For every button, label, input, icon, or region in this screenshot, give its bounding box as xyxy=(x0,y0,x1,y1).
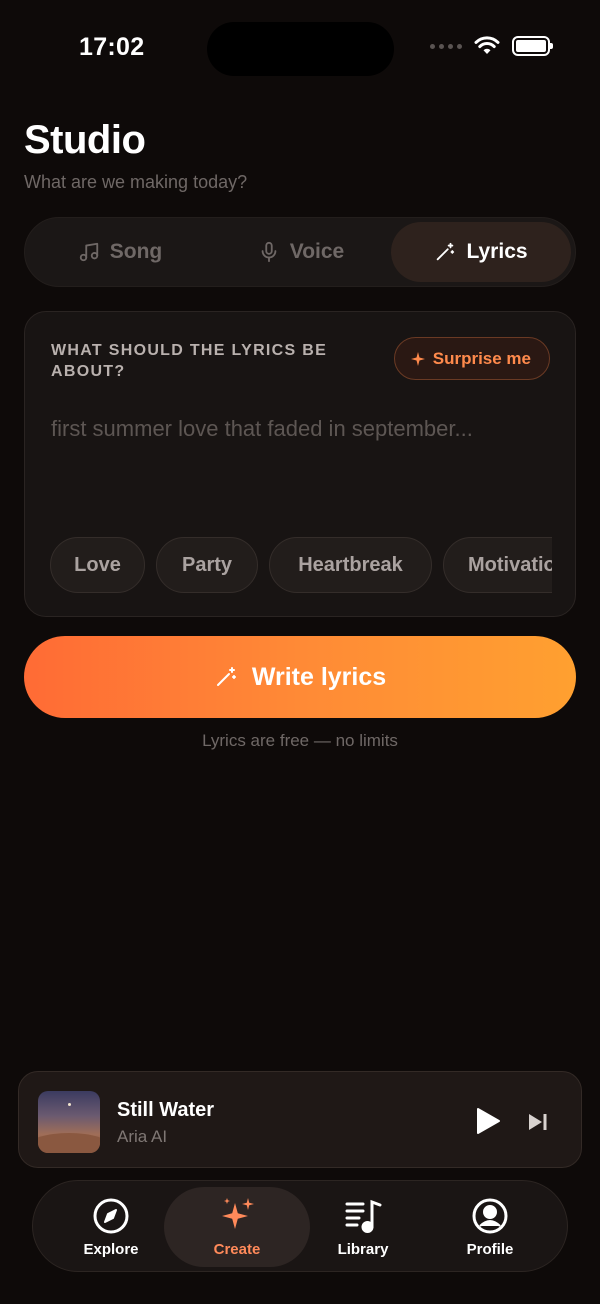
topic-chips: Love Party Heartbreak Motivation xyxy=(50,537,552,595)
tab-profile[interactable]: Profile xyxy=(417,1187,563,1267)
cta-note: Lyrics are free — no limits xyxy=(202,731,398,750)
wifi-icon xyxy=(474,36,500,54)
tab-create-label: Create xyxy=(213,1240,261,1258)
tab-lyrics-label: Lyrics xyxy=(466,240,528,263)
track-title: Still Water xyxy=(117,1099,215,1121)
track-artist: Aria AI xyxy=(117,1127,168,1146)
tab-song[interactable]: Song xyxy=(29,222,211,282)
tab-bar: Explore Create Library Profile xyxy=(32,1180,568,1272)
sparkle-icon xyxy=(410,351,425,366)
profile-icon xyxy=(472,1198,508,1233)
music-note-icon xyxy=(79,242,98,262)
tab-profile-label: Profile xyxy=(466,1240,514,1258)
battery-icon xyxy=(512,36,553,56)
write-lyrics-label: Write lyrics xyxy=(251,662,387,691)
microphone-icon xyxy=(261,241,277,263)
dynamic-island xyxy=(207,22,394,76)
page-subtitle: What are we making today? xyxy=(24,172,248,192)
prompt-label: WHAT SHOULD THE LYRICS BE ABOUT? xyxy=(51,342,328,380)
sparkles-icon xyxy=(222,1197,254,1229)
compass-icon xyxy=(93,1198,129,1233)
chip-motivation[interactable]: Motivation xyxy=(443,537,552,593)
surprise-me-label: Surprise me xyxy=(432,348,531,368)
tab-lyrics[interactable]: Lyrics xyxy=(391,222,571,282)
write-lyrics-button[interactable]: Write lyrics xyxy=(24,636,576,718)
tab-create[interactable]: Create xyxy=(164,1187,310,1267)
magic-wand-icon xyxy=(216,667,236,686)
studio-screen: 17:02 Studio What are we making today? S… xyxy=(0,0,600,1304)
tab-library-label: Library xyxy=(337,1240,389,1258)
tab-voice[interactable]: Voice xyxy=(211,222,391,282)
play-icon[interactable] xyxy=(475,1107,501,1135)
library-icon xyxy=(345,1199,382,1233)
tab-explore[interactable]: Explore xyxy=(38,1187,184,1267)
tab-voice-label: Voice xyxy=(289,240,345,263)
status-time: 17:02 xyxy=(79,33,145,61)
magic-wand-icon xyxy=(437,242,455,261)
tab-library[interactable]: Library xyxy=(290,1187,436,1267)
mode-selector: Song Voice Lyrics xyxy=(24,217,576,287)
surprise-me-button[interactable]: Surprise me xyxy=(393,337,550,380)
mini-player[interactable]: Still Water Aria AI xyxy=(18,1071,582,1168)
signal-icon xyxy=(430,43,462,49)
next-track-icon[interactable] xyxy=(528,1112,548,1132)
tab-song-label: Song xyxy=(109,240,163,263)
chip-heartbreak[interactable]: Heartbreak xyxy=(269,537,432,593)
chip-love[interactable]: Love xyxy=(50,537,145,593)
page-title: Studio xyxy=(24,118,146,162)
status-icons xyxy=(430,36,553,56)
lyrics-topic-input[interactable]: first summer love that faded in septembe… xyxy=(51,416,473,442)
tab-explore-label: Explore xyxy=(83,1240,139,1258)
album-art xyxy=(38,1091,100,1153)
lyrics-prompt-card: WHAT SHOULD THE LYRICS BE ABOUT? Surpris… xyxy=(24,311,576,617)
chip-party[interactable]: Party xyxy=(156,537,258,593)
